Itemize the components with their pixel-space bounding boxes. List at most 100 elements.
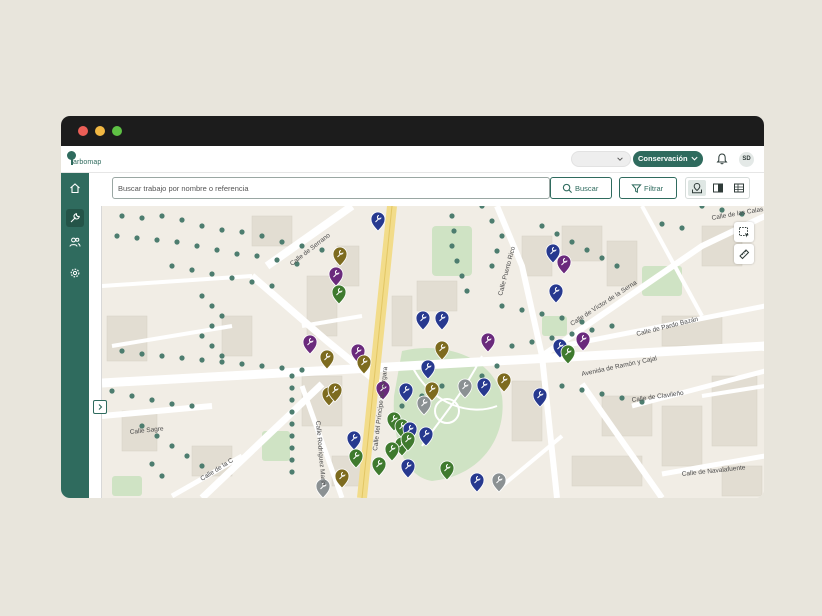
tree-dot[interactable] [454,258,460,264]
tree-dot[interactable] [499,303,505,309]
tree-dot[interactable] [539,223,545,229]
tree-dot[interactable] [659,221,665,227]
sidebar-item-home[interactable] [66,179,84,197]
tree-dot[interactable] [139,215,145,221]
tree-dot[interactable] [679,225,685,231]
tree-dot[interactable] [159,353,165,359]
filter-button[interactable]: Filtrar [619,177,677,199]
tree-dot[interactable] [289,433,295,439]
tree-dot[interactable] [319,247,325,253]
tree-dot[interactable] [529,339,535,345]
lasso-select-tool[interactable] [734,222,754,242]
tree-dot[interactable] [209,323,215,329]
tree-dot[interactable] [719,207,725,213]
user-avatar[interactable]: SD [739,152,754,167]
tree-dot[interactable] [569,239,575,245]
tree-dot[interactable] [219,313,225,319]
tree-dot[interactable] [619,395,625,401]
tree-dot[interactable] [129,393,135,399]
tree-dot[interactable] [219,359,225,365]
tree-dot[interactable] [509,343,515,349]
tree-dot[interactable] [584,247,590,253]
tree-dot[interactable] [559,383,565,389]
tree-dot[interactable] [289,373,295,379]
tree-dot[interactable] [279,365,285,371]
view-mode-split[interactable] [709,180,727,196]
search-button[interactable]: Buscar [550,177,612,199]
sidebar-item-settings[interactable] [66,264,84,282]
tree-dot[interactable] [289,469,295,475]
tree-dot[interactable] [119,348,125,354]
view-mode-table[interactable] [730,180,748,196]
search-input[interactable] [113,178,549,198]
tree-dot[interactable] [559,315,565,321]
tree-dot[interactable] [289,385,295,391]
tree-dot[interactable] [494,248,500,254]
tree-dot[interactable] [169,263,175,269]
tree-dot[interactable] [134,235,140,241]
mode-select[interactable]: Conservación [633,151,703,167]
tree-dot[interactable] [114,233,120,239]
tree-dot[interactable] [589,327,595,333]
tree-dot[interactable] [249,279,255,285]
tree-dot[interactable] [614,263,620,269]
tree-dot[interactable] [199,333,205,339]
tree-dot[interactable] [549,335,555,341]
tree-dot[interactable] [259,363,265,369]
tree-dot[interactable] [149,461,155,467]
tree-dot[interactable] [289,409,295,415]
tree-dot[interactable] [149,397,155,403]
expand-panel-button[interactable] [93,400,107,414]
tree-dot[interactable] [299,243,305,249]
tree-dot[interactable] [609,323,615,329]
tree-dot[interactable] [154,433,160,439]
map-view[interactable]: Calle de Serrano Calle del Príncipe de Ve… [101,206,764,498]
tree-dot[interactable] [109,388,115,394]
tree-dot[interactable] [299,367,305,373]
tree-dot[interactable] [159,213,165,219]
tree-dot[interactable] [459,273,465,279]
tree-dot[interactable] [199,223,205,229]
tree-dot[interactable] [194,243,200,249]
context-select[interactable] [571,151,631,167]
tree-dot[interactable] [209,271,215,277]
view-mode-map[interactable] [688,180,706,196]
tree-dot[interactable] [239,361,245,367]
tree-dot[interactable] [289,397,295,403]
tree-dot[interactable] [554,231,560,237]
tree-dot[interactable] [179,217,185,223]
sidebar-item-works[interactable] [66,209,84,227]
tree-dot[interactable] [169,443,175,449]
tree-dot[interactable] [279,239,285,245]
sidebar-item-users[interactable] [66,233,84,251]
tree-dot[interactable] [489,218,495,224]
tree-dot[interactable] [169,401,175,407]
tree-dot[interactable] [159,473,165,479]
tree-dot[interactable] [209,303,215,309]
tree-dot[interactable] [449,243,455,249]
tree-dot[interactable] [199,463,205,469]
tree-dot[interactable] [179,355,185,361]
tree-dot[interactable] [579,387,585,393]
tree-dot[interactable] [569,331,575,337]
tree-dot[interactable] [289,421,295,427]
tree-dot[interactable] [274,257,280,263]
tree-dot[interactable] [499,233,505,239]
tree-dot[interactable] [599,255,605,261]
tree-dot[interactable] [494,363,500,369]
tree-dot[interactable] [234,251,240,257]
tree-dot[interactable] [229,275,235,281]
tree-dot[interactable] [289,445,295,451]
maximize-window-button[interactable] [112,126,122,136]
tree-dot[interactable] [599,391,605,397]
tree-dot[interactable] [451,228,457,234]
tree-dot[interactable] [189,403,195,409]
close-window-button[interactable] [78,126,88,136]
tree-dot[interactable] [189,267,195,273]
tree-dot[interactable] [199,293,205,299]
tree-dot[interactable] [254,253,260,259]
tree-dot[interactable] [519,307,525,313]
tree-dot[interactable] [439,383,445,389]
tree-dot[interactable] [174,239,180,245]
tree-dot[interactable] [184,453,190,459]
